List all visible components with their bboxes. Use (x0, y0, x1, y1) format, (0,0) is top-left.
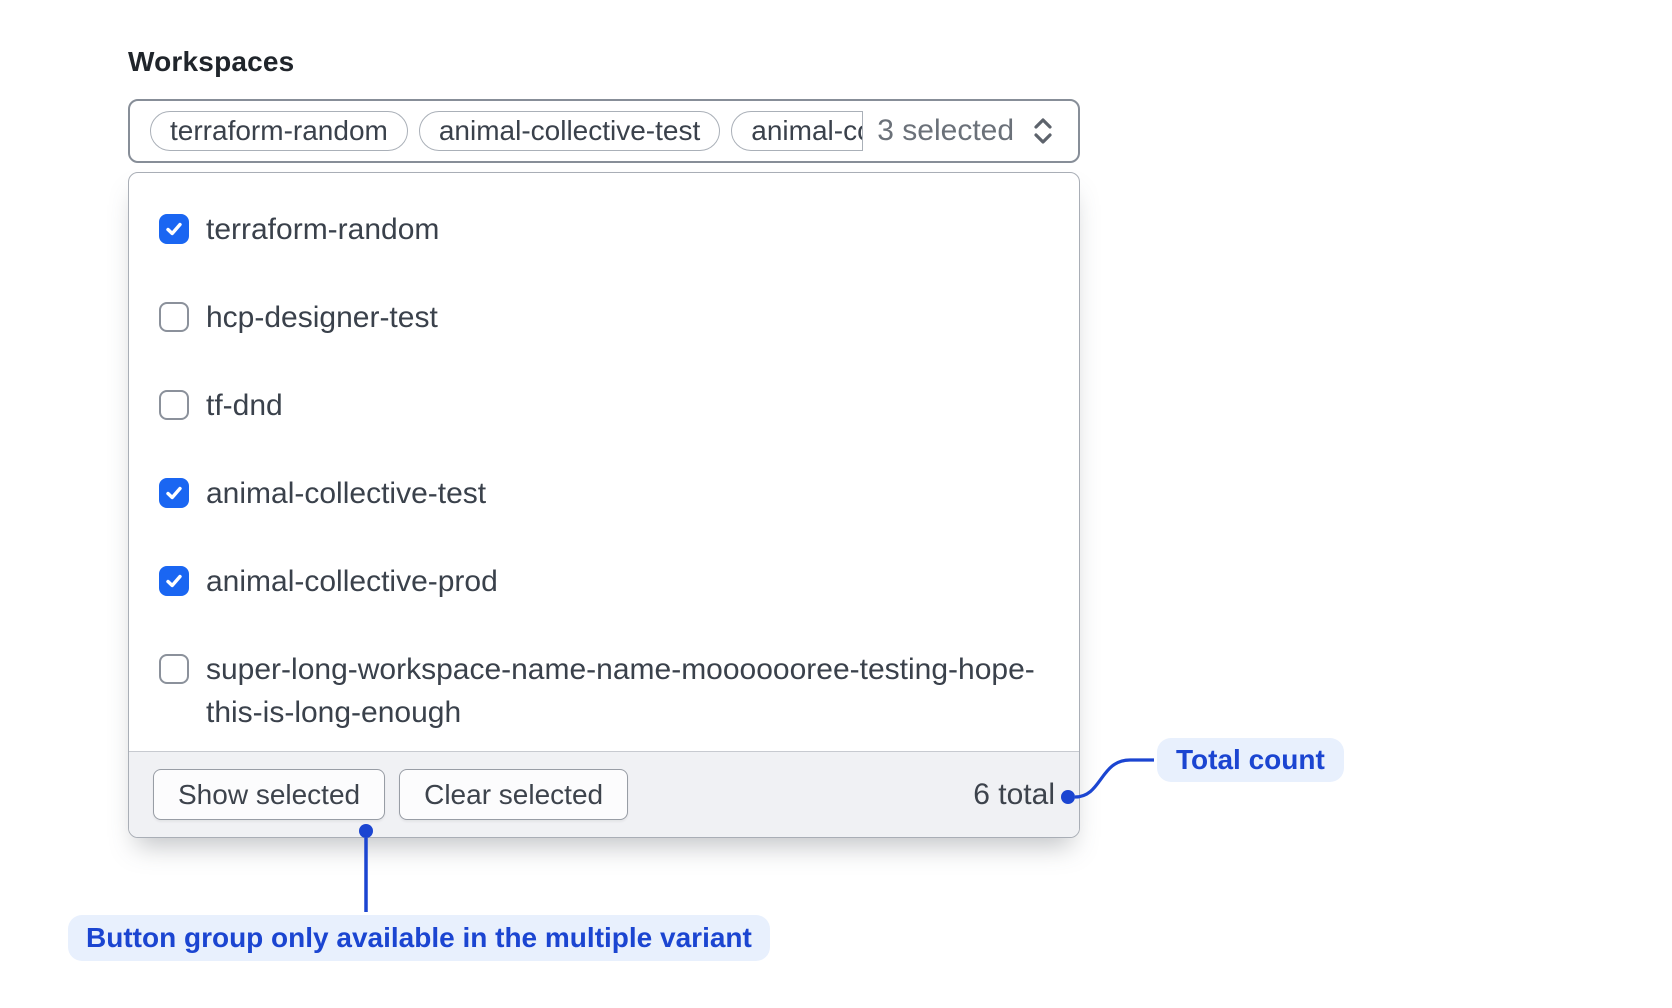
workspaces-label: Workspaces (128, 46, 294, 78)
selected-count: 3 selected (877, 114, 1014, 148)
selected-pill-clipped: animal-collective-prod (731, 111, 863, 151)
option-row[interactable]: hcp-designer-test (129, 274, 1079, 362)
option-row[interactable]: super-long-workspace-name-name-moooooore… (129, 626, 1079, 751)
checkbox[interactable] (159, 214, 189, 244)
clear-selected-button[interactable]: Clear selected (399, 769, 628, 820)
chevron-up-down-icon (1028, 113, 1058, 149)
checkmark-icon (164, 219, 184, 239)
checkbox[interactable] (159, 654, 189, 684)
selected-pill: terraform-random (150, 111, 408, 151)
checkmark-icon (164, 483, 184, 503)
multiselect-trigger[interactable]: terraform-random animal-collective-test … (128, 99, 1080, 163)
super-select-demo: Workspaces terraform-random animal-colle… (0, 0, 1672, 1008)
option-label: hcp-designer-test (206, 296, 438, 339)
button-group-callout-label: Button group only available in the multi… (86, 922, 752, 954)
checkbox[interactable] (159, 302, 189, 332)
selected-pill-label: animal-collective-prod (751, 115, 863, 147)
dropdown-panel: terraform-random hcp-designer-test tf-dn… (128, 172, 1080, 838)
checkbox[interactable] (159, 390, 189, 420)
checkbox[interactable] (159, 478, 189, 508)
checkbox[interactable] (159, 566, 189, 596)
total-count-callout: Total count (1157, 738, 1344, 782)
total-count-text: 6 total (973, 778, 1055, 812)
total-count-callout-label: Total count (1176, 744, 1325, 776)
options-listbox: terraform-random hcp-designer-test tf-dn… (129, 173, 1079, 751)
option-row[interactable]: animal-collective-test (129, 450, 1079, 538)
option-row[interactable]: terraform-random (129, 186, 1079, 274)
checkmark-icon (164, 571, 184, 591)
option-label: terraform-random (206, 208, 439, 251)
option-label: animal-collective-prod (206, 560, 498, 603)
selected-pill: animal-collective-test (419, 111, 720, 151)
total-count-connector-line (1075, 760, 1154, 797)
button-group-callout: Button group only available in the multi… (68, 915, 770, 961)
option-label: animal-collective-test (206, 472, 486, 515)
option-row[interactable]: tf-dnd (129, 362, 1079, 450)
show-selected-button[interactable]: Show selected (153, 769, 385, 820)
listbox-footer: Show selected Clear selected 6 total (129, 751, 1079, 837)
selected-pill-label: terraform-random (170, 115, 388, 147)
option-label: super-long-workspace-name-name-moooooore… (206, 648, 1049, 734)
option-row[interactable]: animal-collective-prod (129, 538, 1079, 626)
selected-pill-label: animal-collective-test (439, 115, 700, 147)
option-label: tf-dnd (206, 384, 283, 427)
